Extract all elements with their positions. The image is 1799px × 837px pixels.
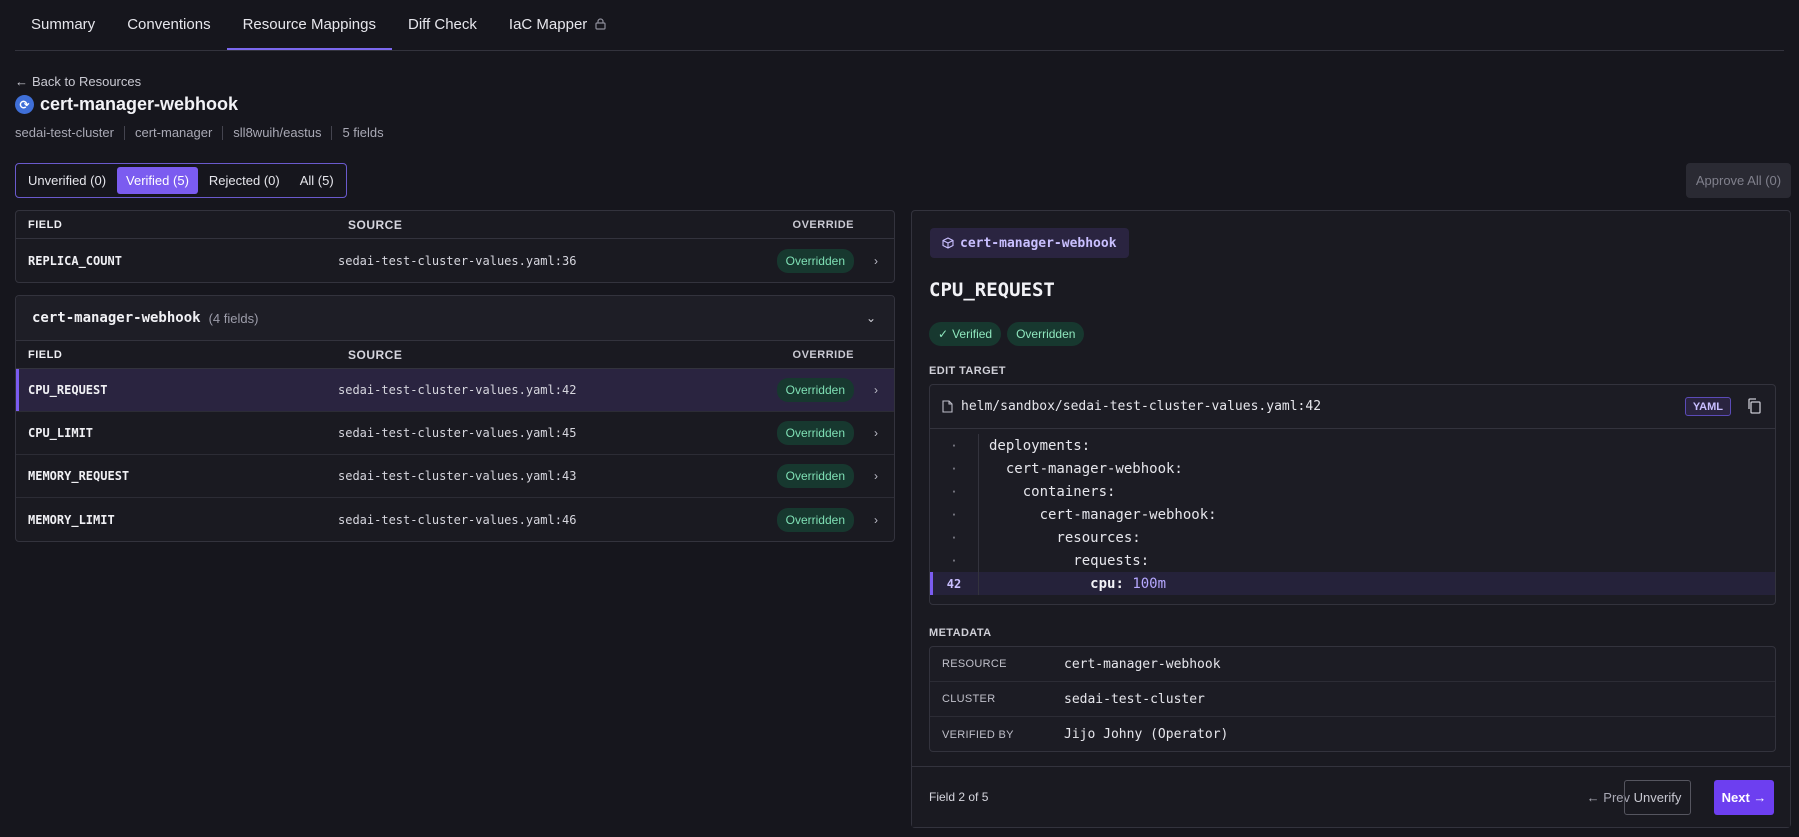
table-row[interactable]: REPLICA_COUNT sedai-test-cluster-values.… (16, 239, 894, 282)
divider (123, 125, 125, 140)
override-badge: Overridden (776, 421, 854, 445)
chevron-right-icon: › (874, 253, 878, 268)
field-title: CPU_REQUEST (929, 279, 1055, 301)
region-name: sll8wuih/eastus (233, 125, 322, 140)
table-row[interactable]: MEMORY_REQUEST sedai-test-cluster-values… (16, 455, 894, 498)
table-row[interactable]: CPU_LIMIT sedai-test-cluster-values.yaml… (16, 412, 894, 455)
page-title: cert-manager-webhook (40, 94, 239, 114)
verified-badge: ✓ Verified (929, 322, 1002, 346)
divider (331, 125, 333, 140)
next-button[interactable]: Next → (1714, 780, 1774, 815)
divider (222, 125, 224, 140)
tab-iac-mapper[interactable]: IaC Mapper (493, 0, 622, 50)
table-row[interactable]: MEMORY_LIMIT sedai-test-cluster-values.y… (16, 498, 894, 541)
tab-resource-mappings[interactable]: Resource Mappings (226, 0, 392, 50)
table-header: FIELD SOURCE OVERRIDE (16, 341, 894, 369)
arrow-left-icon: ← (15, 74, 28, 89)
metadata-row: CLUSTER sedai-test-cluster (930, 682, 1775, 717)
check-icon: ✓ (938, 327, 949, 341)
override-badge: Overridden (776, 507, 854, 532)
override-badge: Overridden (776, 464, 854, 488)
group-header[interactable]: cert-manager-webhook (4 fields) ⌄ (16, 296, 894, 341)
group-count: (4 fields) (208, 310, 259, 326)
tab-summary[interactable]: Summary (15, 0, 111, 50)
group-name: cert-manager-webhook (32, 310, 201, 326)
filter-rejected[interactable]: Rejected (0) (200, 167, 289, 194)
code-line: · resources: (930, 526, 1775, 549)
code-line: · deployments: (930, 434, 1775, 457)
code-line: · cert-manager-webhook: (930, 457, 1775, 480)
overridden-badge: Overridden (1007, 322, 1085, 346)
field-position: Field 2 of 5 (929, 790, 989, 804)
approve-all-button[interactable]: Approve All (0) (1686, 163, 1791, 198)
fields-count: 5 fields (342, 125, 384, 140)
tab-conventions[interactable]: Conventions (111, 0, 226, 50)
highlighted-code-line: 42 cpu: 100m (930, 572, 1775, 595)
table-header: FIELD SOURCE OVERRIDE (16, 211, 894, 239)
resource-chip: cert-manager-webhook (930, 228, 1129, 258)
yaml-tag: YAML (1684, 397, 1731, 416)
filter-verified[interactable]: Verified (5) (117, 167, 198, 194)
metadata-row: RESOURCE cert-manager-webhook (930, 647, 1775, 682)
edit-target-label: EDIT TARGET (929, 365, 1006, 377)
top-tabs: Summary Conventions Resource Mappings Di… (15, 0, 1784, 51)
field-detail-panel: cert-manager-webhook CPU_REQUEST ✓ Verif… (911, 210, 1791, 828)
tab-diff-check[interactable]: Diff Check (392, 0, 493, 50)
panel-footer: Field 2 of 5 ← Prev Unverify Next → (912, 766, 1790, 827)
back-to-resources-link[interactable]: ← Back to Resources (15, 74, 141, 89)
cube-icon (942, 237, 954, 249)
override-badge: Overridden (776, 378, 854, 402)
ungrouped-fields-table: FIELD SOURCE OVERRIDE REPLICA_COUNT seda… (15, 210, 895, 283)
status-filter: Unverified (0) Verified (5) Rejected (0)… (15, 163, 347, 198)
lock-icon (595, 18, 606, 30)
chevron-down-icon[interactable]: ⌄ (866, 311, 876, 325)
metadata-table: RESOURCE cert-manager-webhook CLUSTER se… (929, 646, 1776, 752)
chevron-right-icon: › (874, 512, 878, 527)
filter-unverified[interactable]: Unverified (0) (19, 167, 115, 194)
status-badges: ✓ Verified Overridden (929, 322, 1085, 346)
table-row[interactable]: CPU_REQUEST sedai-test-cluster-values.ya… (16, 369, 894, 412)
cluster-name: sedai-test-cluster (15, 125, 114, 140)
code-line: · containers: (930, 480, 1775, 503)
filter-all[interactable]: All (5) (291, 167, 343, 194)
override-badge: Overridden (776, 248, 854, 273)
metadata-row: VERIFIED BY Jijo Johny (Operator) (942, 727, 1229, 742)
chevron-right-icon: › (874, 426, 878, 440)
namespace-name: cert-manager (134, 125, 213, 140)
chevron-right-icon: › (874, 469, 878, 483)
resource-icon: ⟳ (15, 95, 34, 114)
code-line: · requests: (930, 549, 1775, 572)
unverify-button[interactable]: Unverify (1624, 780, 1691, 815)
file-icon (942, 400, 953, 413)
code-header: helm/sandbox/sedai-test-cluster-values.y… (930, 385, 1775, 429)
code-lines: · deployments: · cert-manager-webhook: · … (930, 429, 1775, 595)
file-path: helm/sandbox/sedai-test-cluster-values.y… (961, 399, 1322, 414)
group-fields-table: cert-manager-webhook (4 fields) ⌄ FIELD … (15, 295, 895, 542)
code-line: · cert-manager-webhook: (930, 503, 1775, 526)
resource-meta: sedai-test-cluster cert-manager sll8wuih… (15, 125, 384, 140)
edit-target-code: helm/sandbox/sedai-test-cluster-values.y… (929, 384, 1776, 605)
chevron-right-icon: › (874, 383, 878, 397)
title-row: ⟳ cert-manager-webhook (15, 94, 238, 115)
metadata-label: METADATA (929, 627, 992, 639)
copy-icon[interactable] (1747, 398, 1761, 414)
